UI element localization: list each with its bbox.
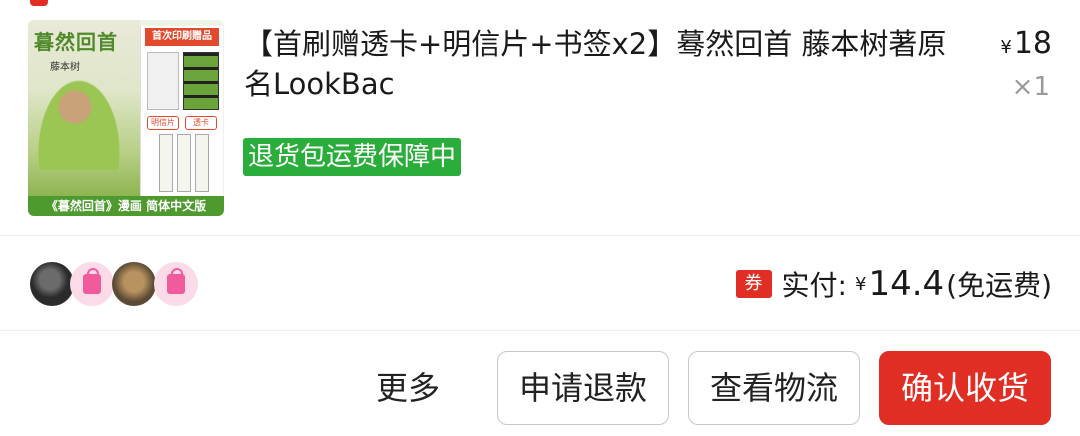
shopping-bag-icon (83, 268, 101, 294)
gift-panel: 首次印刷赠品 明信片 透卡 (140, 26, 223, 196)
bookmark-image (177, 134, 191, 192)
product-row[interactable]: 暮然回首 藤本树 首次印刷赠品 明信片 透卡 《暮然回首》漫画 简体中文版 【首… (0, 0, 1080, 236)
return-shipping-guarantee-badge[interactable]: 退货包运费保障中 (243, 138, 462, 176)
product-quantity: ×1 (1011, 72, 1050, 102)
avatar-placeholder (154, 262, 198, 306)
gift-label-card: 透卡 (185, 116, 217, 130)
cover-author: 藤本树 (50, 62, 80, 73)
product-thumbnail[interactable]: 暮然回首 藤本树 首次印刷赠品 明信片 透卡 《暮然回首》漫画 简体中文版 (28, 20, 224, 216)
postcard-image (147, 52, 179, 110)
actual-payment: 券 实付: ¥ 14.4 (免运费) (735, 262, 1052, 306)
bookmark-image (159, 134, 173, 192)
thumbnail-caption: 《暮然回首》漫画 简体中文版 (28, 196, 224, 216)
shopping-bag-icon (167, 268, 185, 294)
product-title[interactable]: 【首刷赠透卡+明信片+书签x2】蓦然回首 藤本树著原名LookBac (244, 24, 964, 104)
book-cover: 暮然回首 藤本树 (28, 20, 140, 196)
payment-amount: 14.4 (868, 264, 945, 304)
divider (0, 330, 1080, 331)
payment-currency: ¥ (854, 273, 867, 295)
payment-label: 实付: (781, 269, 847, 302)
bookmark-image (195, 134, 209, 192)
product-price: ¥18 (1000, 26, 1052, 61)
view-logistics-button[interactable]: 查看物流 (688, 351, 860, 425)
divider (0, 235, 1080, 236)
transparent-card-image (183, 52, 219, 110)
avatar-placeholder (70, 262, 114, 306)
cover-title: 暮然回首 (34, 30, 118, 54)
confirm-receipt-button[interactable]: 确认收货 (879, 351, 1051, 425)
cover-illustration (38, 80, 120, 170)
order-card: 暮然回首 藤本树 首次印刷赠品 明信片 透卡 《暮然回首》漫画 简体中文版 【首… (0, 0, 1080, 436)
avatar (30, 262, 74, 306)
avatar (112, 262, 156, 306)
gift-label-postcard: 明信片 (147, 116, 179, 130)
coupon-icon: 券 (735, 270, 772, 298)
shipping-note: (免运费) (946, 269, 1052, 302)
gift-header: 首次印刷赠品 (145, 28, 219, 46)
apply-refund-button[interactable]: 申请退款 (497, 351, 669, 425)
more-button[interactable]: 更多 (376, 366, 440, 410)
price-currency: ¥ (1000, 37, 1012, 58)
price-value: 18 (1013, 26, 1052, 61)
